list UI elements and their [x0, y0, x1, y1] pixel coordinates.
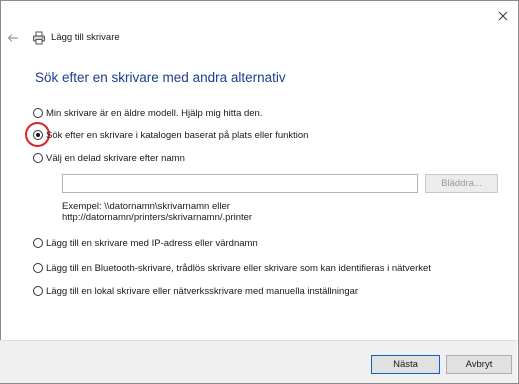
option-label: Sök efter en skrivare i katalogen basera… — [46, 129, 309, 141]
option-label: Lägg till en skrivare med IP-adress elle… — [46, 237, 258, 249]
printer-path-input[interactable] — [62, 174, 418, 193]
option-directory-search[interactable]: Sök efter en skrivare i katalogen basera… — [33, 128, 308, 142]
option-local-manual[interactable]: Lägg till en lokal skrivare eller nätver… — [33, 284, 358, 298]
option-shared-printer[interactable]: Välj en delad skrivare efter namn — [33, 151, 185, 165]
example-line-1: Exempel: \\datornamn\skrivarnamn eller — [62, 201, 230, 212]
back-arrow-icon — [7, 34, 18, 42]
option-bluetooth-wireless[interactable]: Lägg till en Bluetooth-skrivare, trådlös… — [33, 261, 431, 275]
radio-button[interactable] — [33, 263, 43, 273]
option-label: Välj en delad skrivare efter namn — [46, 152, 185, 164]
radio-button[interactable] — [33, 108, 43, 118]
option-label: Min skrivare är en äldre modell. Hjälp m… — [46, 107, 263, 119]
option-ip-address[interactable]: Lägg till en skrivare med IP-adress elle… — [33, 236, 258, 250]
example-text: Exempel: \\datornamn\skrivarnamn eller h… — [62, 201, 252, 223]
option-label: Lägg till en Bluetooth-skrivare, trådlös… — [46, 262, 431, 274]
close-icon — [498, 11, 508, 21]
close-button[interactable] — [492, 6, 514, 26]
radio-button[interactable] — [33, 153, 43, 163]
back-button[interactable] — [6, 31, 20, 45]
page-heading: Sök efter en skrivare med andra alternat… — [35, 70, 286, 85]
cancel-button[interactable]: Avbryt — [446, 355, 512, 374]
option-older-printer[interactable]: Min skrivare är en äldre modell. Hjälp m… — [33, 106, 262, 120]
browse-button[interactable]: Bläddra... — [425, 174, 498, 193]
radio-button-selected[interactable] — [33, 130, 43, 140]
example-line-2: http://datornamn/printers/skrivarnamn/.p… — [62, 212, 253, 223]
radio-button[interactable] — [33, 238, 43, 248]
option-label: Lägg till en lokal skrivare eller nätver… — [46, 285, 359, 297]
printer-icon — [33, 31, 45, 45]
radio-button[interactable] — [33, 286, 43, 296]
window-title: Lägg till skrivare — [51, 32, 120, 43]
next-button[interactable]: Nästa — [371, 355, 440, 374]
